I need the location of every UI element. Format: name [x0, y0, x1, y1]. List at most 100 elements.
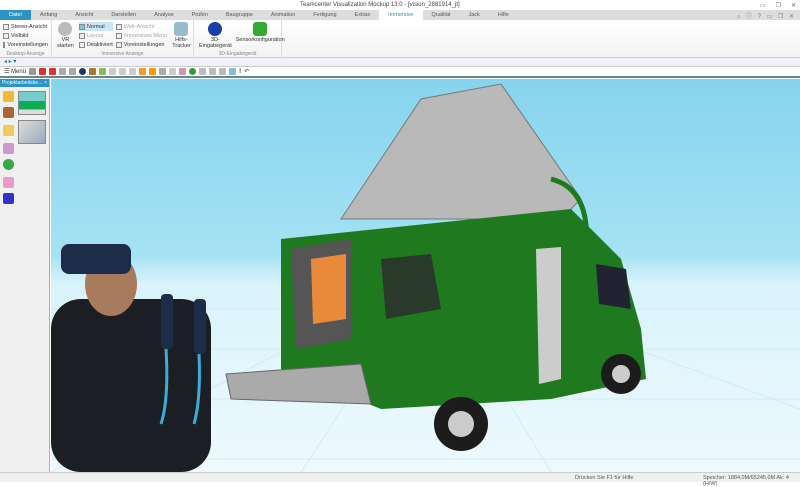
vr-headset — [61, 244, 131, 274]
fullscreen-button[interactable]: Vollbild — [3, 31, 48, 40]
render-icon[interactable] — [149, 68, 157, 75]
image-icon[interactable] — [3, 107, 14, 118]
fullscreen-icon — [3, 32, 9, 39]
fit-icon[interactable] — [69, 68, 77, 75]
controller-left — [161, 294, 173, 349]
normal-icon — [78, 23, 85, 30]
stereo-icon — [3, 23, 9, 30]
tab-pruefen[interactable]: Prüfen — [183, 10, 217, 20]
vr-user — [51, 244, 211, 472]
status-help: Drücken Sie F1 für Hilfe — [575, 475, 634, 481]
tab-immersive[interactable]: Immersive — [379, 10, 423, 20]
chart-icon[interactable] — [3, 177, 14, 188]
light-icon[interactable] — [139, 68, 147, 75]
toolbar: ☰ Menü ! ↶ — [0, 67, 800, 78]
tab-fertigung[interactable]: Fertigung — [304, 10, 345, 20]
menu-icon — [115, 32, 122, 39]
disabled-icon — [78, 41, 85, 48]
status-bar: Drücken Sie F1 für Hilfe Speicher: 1884,… — [0, 472, 800, 487]
pop-up-roof — [340, 83, 582, 220]
sliding-door — [536, 247, 561, 384]
restore-icon[interactable]: ❐ — [776, 2, 781, 9]
project-panel: Projektarbeitsbe... × — [0, 79, 50, 472]
measure-icon[interactable] — [119, 68, 127, 75]
tab-baugruppe[interactable]: Baugruppe — [217, 10, 262, 20]
tab-analyse[interactable]: Analyse — [145, 10, 183, 20]
group-immersive: VR starten Normal Layout Deaktiviert Wel… — [52, 20, 194, 58]
tree-icon[interactable] — [89, 68, 97, 75]
tab-darstellen[interactable]: Darstellen — [102, 10, 145, 20]
status-memory: Speicher: 1884,0M/65245,0M Ak: 4 (H/W) — [703, 475, 789, 487]
folder-icon[interactable] — [3, 125, 14, 136]
grid-icon[interactable] — [219, 68, 227, 75]
markup-icon[interactable] — [179, 68, 187, 75]
tab-qualitaet[interactable]: Qualität — [423, 10, 460, 20]
tab-animation[interactable]: Animation — [262, 10, 304, 20]
menu-button[interactable]: ☰ Menü — [4, 68, 26, 75]
group-desktop: Stereo-Ansicht Vollbild Voreinstellungen… — [0, 20, 52, 58]
3d-viewport[interactable] — [51, 79, 800, 472]
section-icon[interactable] — [159, 68, 167, 75]
angle-icon[interactable] — [129, 68, 137, 75]
camper-van — [225, 83, 646, 451]
scene — [51, 83, 800, 472]
world-icon — [115, 23, 122, 30]
immersive-menu-button[interactable]: Immersives Menü — [115, 31, 167, 40]
close-icon[interactable]: × — [44, 79, 47, 87]
ribbon: Stereo-Ansicht Vollbild Voreinstellungen… — [0, 20, 800, 58]
frame-icon[interactable] — [199, 68, 207, 75]
person-body — [51, 299, 211, 472]
device-icon — [208, 22, 223, 36]
tab-anfang[interactable]: Anfang — [31, 10, 66, 20]
alert-icon[interactable]: ! — [239, 69, 241, 75]
view-icon[interactable] — [99, 68, 107, 75]
tool-icon[interactable] — [109, 68, 117, 75]
group-label: Immersive Anzeige — [101, 51, 144, 57]
expand-icon[interactable] — [209, 68, 217, 75]
thumbnail-vr[interactable] — [18, 120, 46, 144]
close-icon[interactable]: ✕ — [791, 2, 796, 9]
tab-hilfe[interactable]: Hilfe — [489, 10, 518, 20]
delete-icon[interactable] — [39, 68, 47, 75]
delete-all-icon[interactable] — [49, 68, 57, 75]
window-title: Teamcenter Visualization Mockup 13.0 - [… — [300, 2, 460, 8]
panel-header: Projektarbeitsbe... × — [0, 79, 49, 87]
tracker-icon — [174, 22, 189, 36]
tab-extras[interactable]: Extras — [346, 10, 380, 20]
globe-icon[interactable] — [189, 68, 197, 75]
assembly-icon[interactable] — [3, 91, 14, 102]
globe-icon[interactable] — [3, 159, 14, 170]
layout-icon — [78, 32, 85, 39]
zoom-icon[interactable] — [59, 68, 67, 75]
immersive-settings-button[interactable]: Voreinstellungen — [115, 40, 167, 49]
quick-access-bar: ◂ ▸ ▾ — [0, 58, 800, 67]
side-window — [381, 254, 441, 319]
undo-icon[interactable]: ↶ — [244, 68, 249, 75]
floor-icon[interactable] — [229, 68, 237, 75]
minimize-icon[interactable]: ▭ — [760, 2, 766, 9]
thumbnail-van[interactable] — [18, 91, 46, 115]
tailgate-step — [225, 363, 372, 405]
desktop-settings-button[interactable]: Voreinstellungen — [3, 40, 48, 49]
stereo-button[interactable]: Stereo-Ansicht — [3, 22, 48, 31]
ribbon-tabs: Datei Anfang Ansicht Darstellen Analyse … — [0, 10, 800, 20]
tab-datei[interactable]: Datei — [0, 10, 31, 20]
help-icons[interactable]: ⌂ ⓘ ? ▭ ❐ ✕ — [737, 11, 796, 20]
axis-icon[interactable] — [169, 68, 177, 75]
settings-icon — [3, 41, 6, 48]
disabled-button[interactable]: Deaktiviert — [78, 40, 113, 49]
jack-icon[interactable] — [3, 193, 14, 204]
vr-headset-icon — [58, 22, 73, 36]
layout-button[interactable]: Layout — [78, 31, 113, 40]
world-view-button[interactable]: Welt-Ansicht — [115, 22, 167, 31]
tab-ansicht[interactable]: Ansicht — [66, 10, 102, 20]
normal-button[interactable]: Normal — [78, 22, 113, 31]
nav-icons[interactable]: ◂ ▸ ▾ — [4, 59, 16, 65]
group-label: 3D-Eingabegerät — [218, 51, 257, 57]
hierarchy-icon[interactable] — [3, 143, 14, 154]
title-bar: Teamcenter Visualization Mockup 13.0 - [… — [0, 0, 800, 10]
select-icon[interactable] — [29, 68, 37, 75]
controller-right — [194, 299, 206, 354]
tab-jack[interactable]: Jack — [459, 10, 488, 20]
sphere-icon[interactable] — [79, 68, 87, 75]
